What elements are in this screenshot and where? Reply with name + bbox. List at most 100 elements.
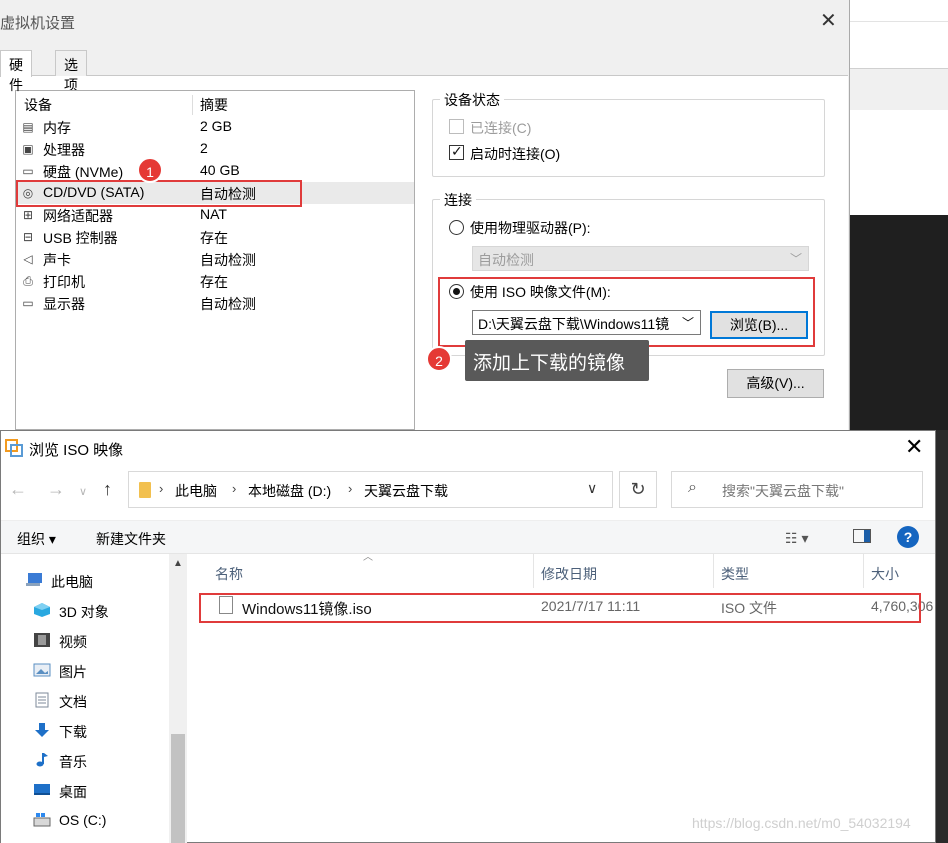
chevron-right-icon[interactable]: › [348, 481, 352, 496]
chevron-down-icon[interactable]: ∨ [587, 480, 597, 497]
organize-button[interactable]: 组织 ▾ [17, 529, 56, 549]
breadcrumb-folder[interactable]: 天翼云盘下载 [364, 481, 448, 501]
annotation-tooltip: 添加上下载的镜像 [465, 340, 649, 381]
connect-on-start-label[interactable]: 启动时连接(O) [470, 144, 560, 164]
browse-iso-dialog: 浏览 ISO 映像 ✕ ← → ∨ ↑ › 此电脑 › 本地磁盘 (D:) › … [0, 430, 936, 843]
chevron-right-icon[interactable]: › [159, 481, 163, 496]
usb-icon: ⊟ [22, 230, 34, 244]
file-highlight-box [199, 593, 921, 623]
device-row-memory[interactable]: ▤ 内存 2 GB [16, 116, 414, 138]
connection-title: 连接 [440, 190, 476, 210]
device-name: 声卡 [43, 252, 71, 268]
background-window-dark-edge [935, 430, 948, 843]
column-size[interactable]: 大小 [871, 564, 899, 584]
device-row-display[interactable]: ▭ 显示器 自动检测 [16, 292, 414, 314]
nav-label: 3D 对象 [59, 604, 109, 620]
forward-arrow-icon[interactable]: → [47, 479, 65, 500]
documents-icon [35, 692, 49, 708]
device-name: 显示器 [43, 296, 85, 312]
dialog-title: 浏览 ISO 映像 [29, 442, 124, 459]
nav-label: OS (C:) [59, 812, 107, 828]
search-input[interactable]: ⌕ 搜索"天翼云盘下载" [671, 471, 923, 508]
address-bar[interactable]: › 此电脑 › 本地磁盘 (D:) › 天翼云盘下载 ∨ [128, 471, 613, 508]
background-window-dark-area [850, 215, 948, 430]
memory-icon: ▤ [22, 120, 34, 134]
downloads-icon [35, 723, 49, 737]
device-summary: 存在 [200, 274, 228, 290]
device-status-title: 设备状态 [440, 90, 504, 110]
device-name: 硬盘 (NVMe) [43, 164, 124, 180]
cpu-icon: ▣ [22, 142, 34, 156]
view-options-icon[interactable]: ☷ ▾ [785, 530, 808, 547]
device-row-sound[interactable]: ◁ 声卡 自动检测 [16, 248, 414, 270]
breadcrumb-drive-d[interactable]: 本地磁盘 (D:) [248, 481, 331, 501]
search-icon: ⌕ [688, 479, 697, 496]
up-arrow-icon[interactable]: ↑ [103, 479, 112, 500]
nav-label: 音乐 [59, 754, 87, 770]
device-row-disk[interactable]: ▭ 硬盘 (NVMe) 40 GB [16, 160, 414, 182]
close-icon[interactable]: ✕ [905, 434, 923, 460]
sort-indicator-icon: ︿ [363, 552, 373, 563]
tab-options[interactable]: 选项 [55, 50, 87, 93]
background-window-top [850, 0, 948, 68]
device-name: 打印机 [43, 274, 85, 290]
chevron-right-icon[interactable]: › [232, 481, 236, 496]
device-status-group [432, 99, 825, 177]
step-badge-2: 2 [426, 346, 452, 372]
nav-scrollbar[interactable]: ▲ [169, 554, 187, 843]
physical-drive-label[interactable]: 使用物理驱动器(P): [470, 218, 591, 238]
tab-hardware[interactable]: 硬件 [0, 50, 32, 93]
device-row-usb[interactable]: ⊟ USB 控制器 存在 [16, 226, 414, 248]
cd-dvd-highlight-box [16, 180, 302, 207]
column-device[interactable]: 设备 [24, 95, 52, 115]
vm-settings-dialog: 虚拟机设置 ✕ 硬件 选项 设备 摘要 ▤ 内存 2 GB ▣ 处理器 2 ▭ … [0, 0, 850, 430]
new-folder-button[interactable]: 新建文件夹 [96, 529, 166, 549]
physical-drive-radio[interactable] [449, 220, 464, 235]
connect-on-start-checkbox[interactable] [449, 143, 464, 160]
column-name[interactable]: 名称 [215, 564, 243, 584]
physical-drive-value: 自动检测 [478, 252, 534, 268]
device-summary: 自动检测 [200, 296, 256, 312]
nav-label: 视频 [59, 634, 87, 650]
disk-icon: ▭ [22, 164, 34, 178]
dialog-title: 虚拟机设置 [0, 15, 76, 32]
device-list-header: 设备 摘要 [16, 95, 414, 115]
refresh-icon[interactable]: ↻ [619, 471, 657, 508]
recent-chevron-icon[interactable]: ∨ [79, 485, 87, 498]
scroll-thumb[interactable] [171, 734, 185, 843]
nav-label: 文档 [59, 694, 87, 710]
device-summary: 2 GB [200, 118, 232, 134]
nav-label: 桌面 [59, 784, 87, 800]
device-row-network[interactable]: ⊞ 网络适配器 NAT [16, 204, 414, 226]
sound-icon: ◁ [23, 252, 33, 266]
drive-c-icon [33, 813, 51, 827]
navigation-pane: 此电脑 3D 对象 视频 图片 文档 下载 音乐 桌面 OS (C:) [1, 554, 171, 843]
close-icon[interactable]: ✕ [820, 8, 837, 33]
command-bar: 组织 ▾ 新建文件夹 ☷ ▾ ? [1, 520, 935, 554]
column-modified[interactable]: 修改日期 [541, 564, 597, 584]
folder-icon [139, 482, 151, 498]
advanced-button[interactable]: 高级(V)... [727, 369, 824, 398]
vmware-icon [5, 439, 23, 457]
watermark: https://blog.csdn.net/m0_54032194 [692, 815, 911, 831]
device-row-printer[interactable]: ⎙ 打印机 存在 [16, 270, 414, 292]
desktop-icon [34, 784, 50, 795]
nav-label: 此电脑 [51, 574, 93, 590]
device-summary: 2 [200, 140, 208, 156]
breadcrumb-this-pc[interactable]: 此电脑 [175, 481, 217, 501]
network-icon: ⊞ [22, 208, 34, 222]
back-arrow-icon[interactable]: ← [9, 479, 27, 500]
column-summary[interactable]: 摘要 [200, 95, 228, 115]
preview-pane-icon[interactable] [853, 529, 871, 543]
3d-objects-icon [34, 603, 50, 617]
scroll-up-icon[interactable]: ▲ [173, 558, 183, 569]
device-name: USB 控制器 [43, 230, 118, 246]
help-icon[interactable]: ? [897, 526, 919, 548]
chevron-down-icon: ﹀ [789, 252, 802, 266]
device-summary: 自动检测 [200, 252, 256, 268]
videos-icon [34, 633, 50, 647]
background-window-toolbar [850, 68, 948, 110]
device-row-processor[interactable]: ▣ 处理器 2 [16, 138, 414, 160]
title-bar: 浏览 ISO 映像 ✕ [1, 431, 935, 465]
column-type[interactable]: 类型 [721, 564, 749, 584]
